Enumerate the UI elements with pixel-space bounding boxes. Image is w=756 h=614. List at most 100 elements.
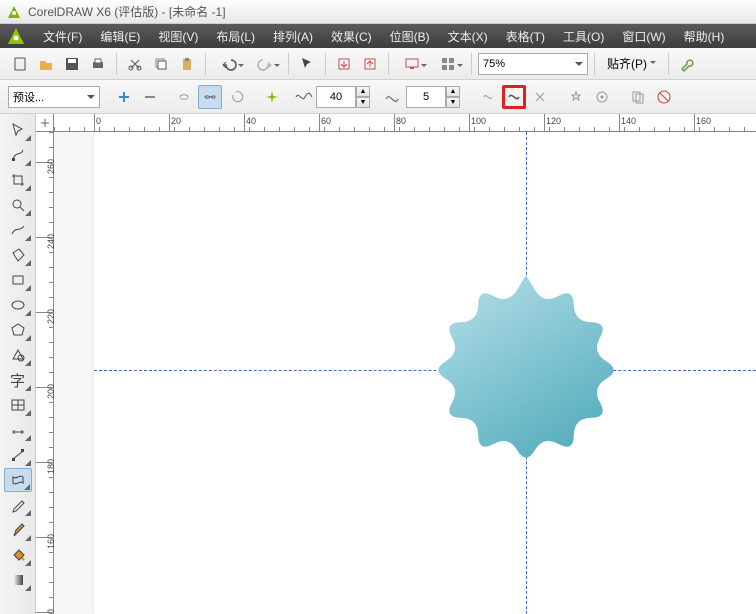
add-preset-button[interactable] bbox=[112, 85, 136, 109]
undo-button[interactable] bbox=[212, 52, 246, 76]
outline-tool[interactable] bbox=[4, 518, 32, 542]
menu-window[interactable]: 窗口(W) bbox=[613, 25, 674, 48]
menu-tools[interactable]: 工具(O) bbox=[554, 25, 613, 48]
bucket-icon bbox=[10, 547, 26, 563]
cut-button[interactable] bbox=[123, 52, 147, 76]
redo-button[interactable] bbox=[248, 52, 282, 76]
dropdown-arrow-icon bbox=[575, 62, 583, 70]
shape-tool[interactable] bbox=[4, 143, 32, 167]
options-button[interactable] bbox=[675, 52, 699, 76]
horizontal-ruler[interactable]: 020406080100120140160180 bbox=[54, 114, 756, 132]
new-shape-button[interactable] bbox=[260, 85, 284, 109]
spin-up-button[interactable]: ▲ bbox=[356, 86, 370, 97]
bucket2-icon bbox=[10, 247, 26, 263]
fill-tool[interactable] bbox=[4, 543, 32, 567]
app-launcher-button[interactable] bbox=[431, 52, 465, 76]
pick-tool[interactable] bbox=[4, 118, 32, 142]
polygon-tool[interactable] bbox=[4, 318, 32, 342]
ellipse-tool[interactable] bbox=[4, 293, 32, 317]
interactive-tool[interactable] bbox=[4, 468, 32, 492]
connector-icon bbox=[10, 447, 26, 463]
brush-size-input[interactable] bbox=[316, 86, 356, 108]
copy-button[interactable] bbox=[149, 52, 173, 76]
menu-view[interactable]: 视图(V) bbox=[149, 25, 207, 48]
copy2-icon bbox=[630, 89, 646, 105]
origin-icon bbox=[39, 117, 51, 129]
zoom-tool[interactable] bbox=[4, 193, 32, 217]
smoothing-spinner[interactable]: ▲▼ bbox=[406, 86, 460, 108]
eyedropper-tool[interactable] bbox=[4, 493, 32, 517]
pen-icon bbox=[10, 522, 26, 538]
vertical-ruler[interactable]: 140160180200220240260 bbox=[36, 132, 54, 614]
center-button[interactable] bbox=[590, 85, 614, 109]
menu-effects[interactable]: 效果(C) bbox=[322, 25, 381, 48]
horizontal-guide[interactable] bbox=[94, 370, 756, 371]
print-button[interactable] bbox=[86, 52, 110, 76]
zoom-input[interactable] bbox=[483, 58, 583, 70]
paste-button[interactable] bbox=[175, 52, 199, 76]
export-button[interactable] bbox=[358, 52, 382, 76]
rectangle-tool[interactable] bbox=[4, 268, 32, 292]
import-button[interactable] bbox=[332, 52, 356, 76]
table-tool[interactable] bbox=[4, 393, 32, 417]
menu-table[interactable]: 表格(T) bbox=[497, 25, 554, 48]
publish-button[interactable] bbox=[395, 52, 429, 76]
menu-arrange[interactable]: 排列(A) bbox=[264, 25, 322, 48]
distort-option-1-button[interactable] bbox=[476, 85, 500, 109]
smear-mode-1-button[interactable] bbox=[172, 85, 196, 109]
smoothing-input[interactable] bbox=[406, 86, 446, 108]
menu-text[interactable]: 文本(X) bbox=[439, 25, 497, 48]
new-icon bbox=[12, 56, 28, 72]
separator bbox=[594, 53, 595, 75]
arrow-icon bbox=[299, 56, 315, 72]
menu-edit[interactable]: 编辑(E) bbox=[91, 25, 149, 48]
smear-mode-2-button[interactable] bbox=[198, 85, 222, 109]
no-icon bbox=[656, 89, 672, 105]
text-tool[interactable]: 字 bbox=[4, 368, 32, 392]
distort-option-3-button[interactable] bbox=[528, 85, 552, 109]
save-button[interactable] bbox=[60, 52, 84, 76]
spiral-icon bbox=[228, 89, 244, 105]
connector-tool[interactable] bbox=[4, 443, 32, 467]
smart-fill-tool[interactable] bbox=[4, 243, 32, 267]
convert-button[interactable] bbox=[564, 85, 588, 109]
undo-icon bbox=[221, 56, 237, 72]
menu-layout[interactable]: 布局(L) bbox=[207, 25, 264, 48]
separator bbox=[471, 53, 472, 75]
canvas[interactable] bbox=[54, 132, 756, 614]
menu-bitmap[interactable]: 位图(B) bbox=[381, 25, 439, 48]
smear-mode-3-button[interactable] bbox=[224, 85, 248, 109]
open-button[interactable] bbox=[34, 52, 58, 76]
shapes-icon bbox=[10, 347, 26, 363]
interactive-fill-tool[interactable] bbox=[4, 568, 32, 592]
zoom-combo[interactable] bbox=[478, 53, 588, 75]
remove-preset-button[interactable] bbox=[138, 85, 162, 109]
spin-down-button[interactable]: ▼ bbox=[356, 97, 370, 108]
polygon-icon bbox=[10, 322, 26, 338]
spin-down-button[interactable]: ▼ bbox=[446, 97, 460, 108]
spin-up-button[interactable]: ▲ bbox=[446, 86, 460, 97]
preset-combo[interactable] bbox=[8, 86, 100, 108]
crop-tool[interactable] bbox=[4, 168, 32, 192]
basic-shapes-tool[interactable] bbox=[4, 343, 32, 367]
pick-tool-button[interactable] bbox=[295, 52, 319, 76]
snap-button[interactable]: 贴齐(P) bbox=[601, 52, 662, 76]
copy-props-button[interactable] bbox=[626, 85, 650, 109]
star-shape[interactable] bbox=[426, 270, 626, 470]
ruler-origin[interactable] bbox=[36, 114, 54, 132]
ellipse-icon bbox=[10, 297, 26, 313]
freehand-tool[interactable] bbox=[4, 218, 32, 242]
separator bbox=[388, 53, 389, 75]
menu-file[interactable]: 文件(F) bbox=[34, 25, 91, 48]
menu-help[interactable]: 帮助(H) bbox=[675, 25, 734, 48]
window-title: CorelDRAW X6 (评估版) - [未命名 -1] bbox=[28, 3, 226, 20]
brush-size-spinner[interactable]: ▲▼ bbox=[316, 86, 370, 108]
clear-button[interactable] bbox=[652, 85, 676, 109]
new-button[interactable] bbox=[8, 52, 32, 76]
dimension-tool[interactable] bbox=[4, 418, 32, 442]
preset-input[interactable] bbox=[13, 91, 95, 103]
app-logo-large-icon bbox=[6, 26, 26, 46]
target-icon bbox=[594, 89, 610, 105]
import-icon bbox=[336, 56, 352, 72]
distort-option-2-button[interactable] bbox=[502, 85, 526, 109]
